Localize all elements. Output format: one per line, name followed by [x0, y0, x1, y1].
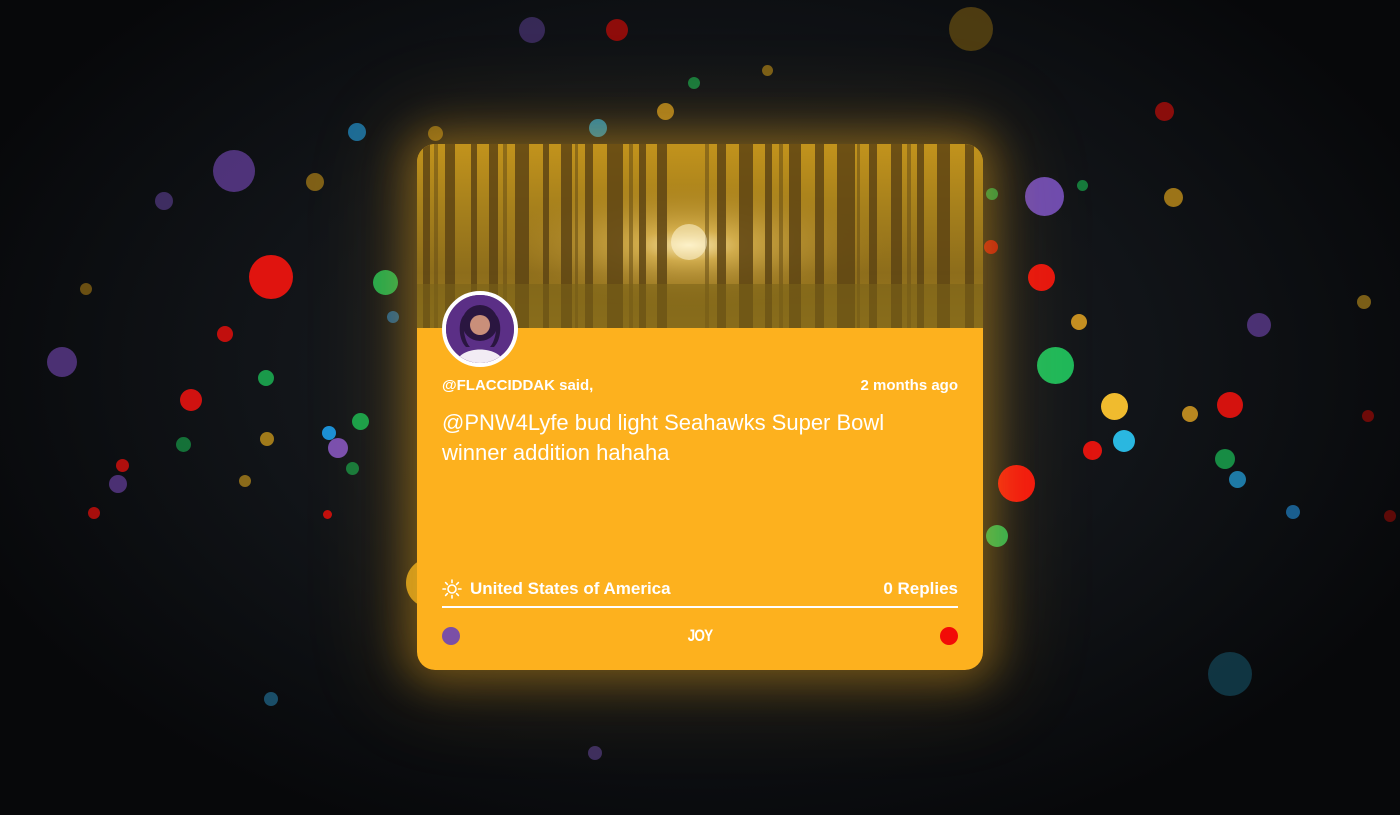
particle — [180, 389, 202, 411]
particle — [1028, 264, 1055, 291]
author-username[interactable]: @FLACCIDDAK — [442, 377, 555, 394]
particle — [949, 7, 993, 51]
particle — [984, 240, 998, 254]
post-footer: United States of America 0 Replies — [442, 578, 958, 608]
background-stage: @FLACCIDDAK said, 2 months ago @PNW4Lyfe… — [0, 0, 1400, 815]
sun-icon — [442, 579, 462, 599]
particle — [1155, 102, 1174, 121]
replies-link[interactable]: 0 Replies — [883, 579, 958, 599]
particle — [1113, 430, 1135, 452]
particle — [155, 192, 173, 210]
particle — [1164, 188, 1183, 207]
post-author: @FLACCIDDAK said, — [442, 377, 593, 394]
particle — [264, 692, 278, 706]
particle — [986, 188, 998, 200]
mood-label: JOY — [687, 626, 714, 645]
particle — [1229, 471, 1246, 488]
particle — [348, 123, 366, 141]
post-message: @PNW4Lyfe bud light Seahawks Super Bowl … — [442, 410, 885, 465]
particle — [249, 255, 293, 299]
particle — [762, 65, 773, 76]
particle — [352, 413, 369, 430]
particle — [260, 432, 274, 446]
particle — [217, 326, 233, 342]
location-label: United States of America — [470, 579, 671, 598]
particle — [428, 126, 443, 141]
particle — [176, 437, 191, 452]
particle — [986, 525, 1008, 547]
particle — [1362, 410, 1374, 422]
particle — [588, 746, 602, 760]
particle — [116, 459, 129, 472]
particle — [657, 103, 674, 120]
mood-dot-left — [442, 627, 460, 645]
particle — [1037, 347, 1074, 384]
particle — [88, 507, 100, 519]
particle — [1286, 505, 1300, 519]
particle — [387, 311, 399, 323]
mood-row: JOY — [442, 626, 958, 646]
particle — [258, 370, 274, 386]
particle — [1217, 392, 1243, 418]
particle — [1384, 510, 1396, 522]
particle — [1215, 449, 1235, 469]
particle — [323, 510, 332, 519]
particle — [80, 283, 92, 295]
particle — [346, 462, 359, 475]
particle — [606, 19, 628, 41]
particle — [1071, 314, 1087, 330]
particle — [1182, 406, 1198, 422]
particle — [306, 173, 324, 191]
particle — [373, 270, 398, 295]
particle — [1208, 652, 1252, 696]
particle — [589, 119, 607, 137]
particle — [1025, 177, 1064, 216]
post-card[interactable]: @FLACCIDDAK said, 2 months ago @PNW4Lyfe… — [417, 144, 983, 670]
particle — [688, 77, 700, 89]
post-meta: @FLACCIDDAK said, 2 months ago — [442, 377, 958, 397]
particle — [109, 475, 127, 493]
particle — [213, 150, 255, 192]
particle — [1101, 393, 1128, 420]
particle — [1077, 180, 1088, 191]
mood-dot-right — [940, 627, 958, 645]
said-label: said, — [559, 377, 594, 394]
particle — [322, 426, 336, 440]
particle — [328, 438, 348, 458]
post-location: United States of America — [442, 579, 671, 599]
particle — [519, 17, 545, 43]
particle — [1357, 295, 1371, 309]
particle — [1247, 313, 1271, 337]
particle — [998, 465, 1035, 502]
particle — [47, 347, 77, 377]
user-avatar[interactable] — [442, 291, 518, 367]
post-timestamp: 2 months ago — [860, 377, 958, 394]
particle — [1083, 441, 1102, 460]
particle — [239, 475, 251, 487]
